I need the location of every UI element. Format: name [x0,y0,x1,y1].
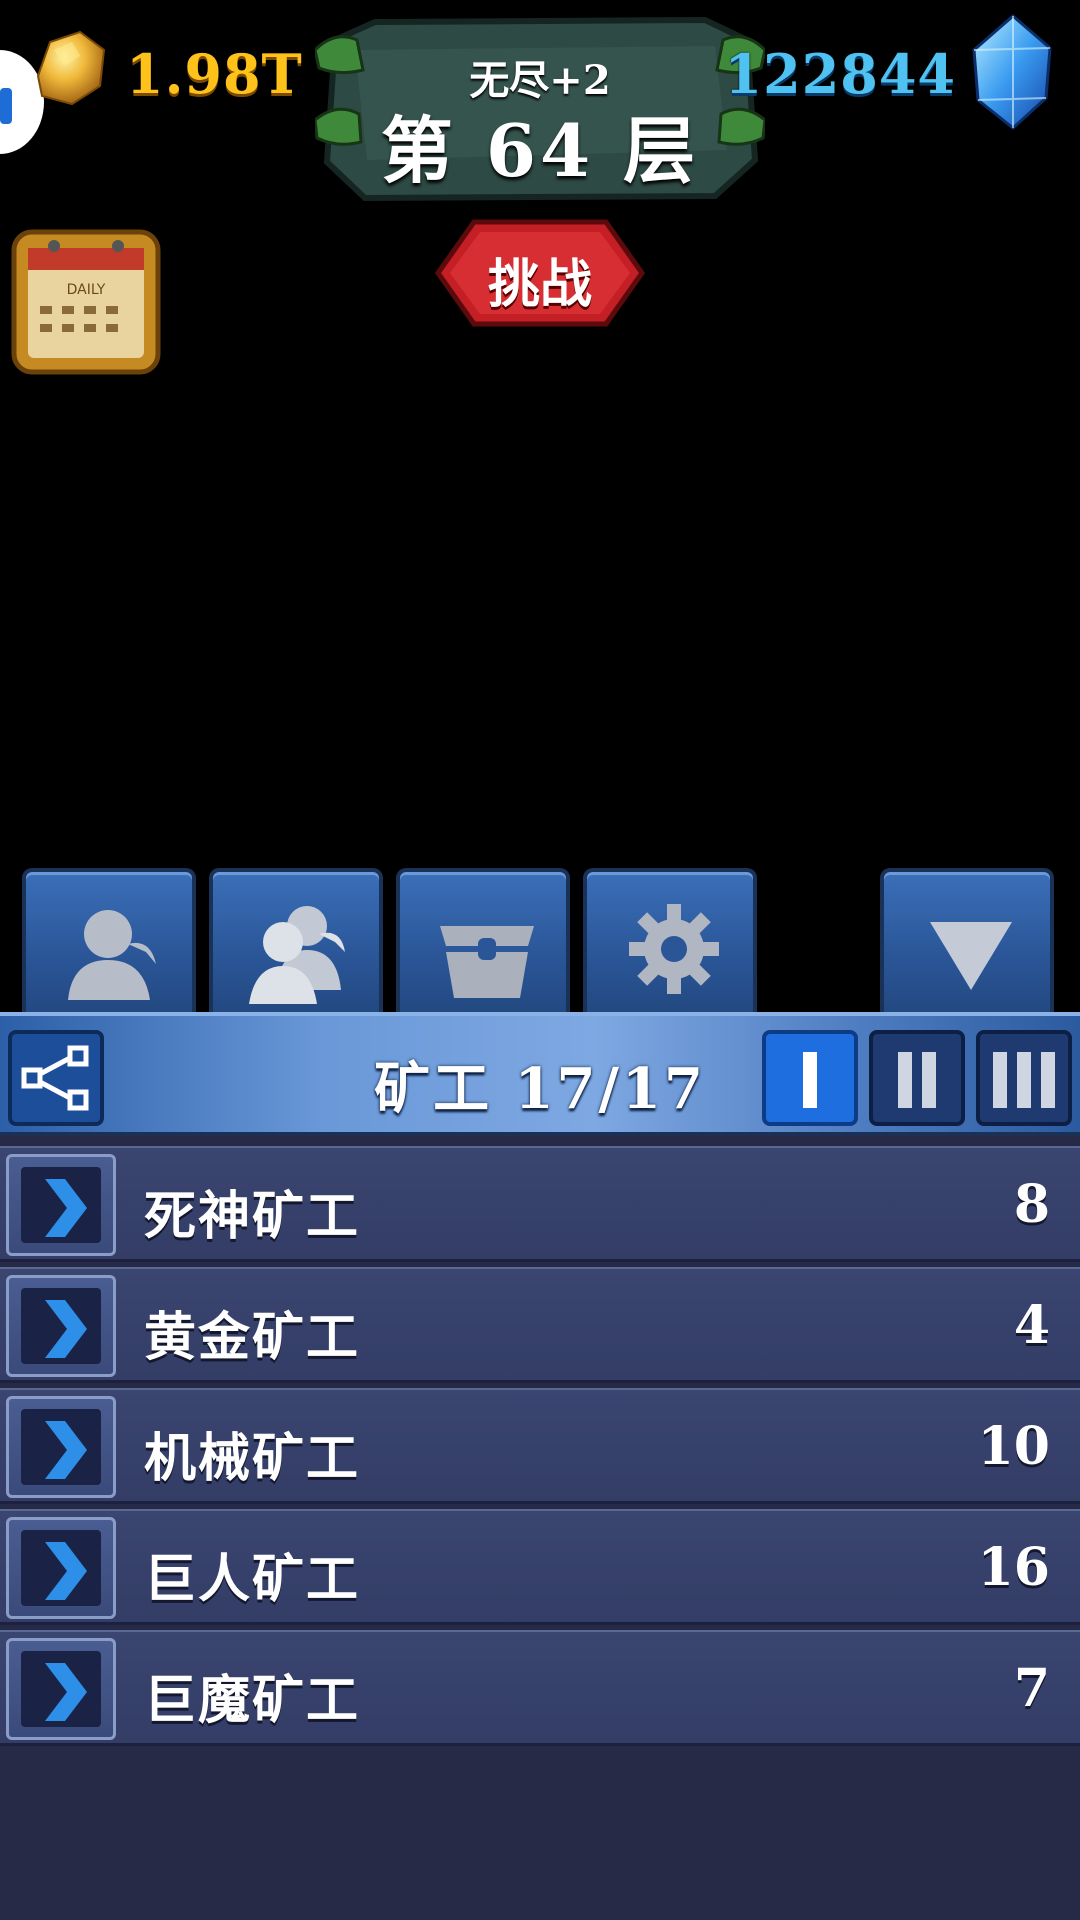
miner-count: 16 [977,1537,1050,1598]
list-item[interactable]: 机械矿工 10 [0,1388,1080,1504]
blue-gem-icon [972,14,1052,130]
expand-button[interactable] [6,1154,116,1256]
list-item[interactable]: 巨人矿工 16 [0,1509,1080,1625]
tab-miner[interactable] [22,868,196,1016]
chest-icon [440,926,534,998]
miner-panel: 矿工 17/17 死神矿工 8 黄金矿工 4 机械矿工 10 巨人矿工 16 巨… [0,1012,1080,1920]
game-screen: 1.98T 无尽+2 第 64 层 122844 DAILY 挑战 矿工 17/… [0,0,1080,1920]
level-1-button[interactable] [762,1030,858,1126]
chevron-right-icon [45,1421,87,1479]
chevron-right-icon [45,1663,87,1721]
chevron-right-icon [45,1300,87,1358]
chevron-right-icon [45,1179,87,1237]
tab-chest[interactable] [396,868,570,1016]
challenge-label: 挑战 [487,254,592,315]
miner-name: 机械矿工 [144,1428,361,1489]
list-item[interactable]: 死神矿工 8 [0,1146,1080,1262]
tab-miners-group[interactable] [209,868,383,1016]
collapse-panel-button[interactable] [880,868,1054,1016]
miner-name: 巨魔矿工 [144,1670,361,1731]
expand-button[interactable] [6,1275,116,1377]
miner-count: 8 [1013,1174,1050,1235]
daily-calendar-button[interactable]: DAILY [10,226,162,376]
gold-amount: 1.98T [126,42,303,106]
miner-count: 10 [977,1416,1050,1477]
chevron-right-icon [45,1542,87,1600]
daily-label: DAILY [67,282,106,298]
miner-name: 黄金矿工 [144,1307,361,1368]
panel-header: 矿工 17/17 [0,1012,1080,1136]
gem-amount: 122844 [724,42,956,106]
gold-nugget-icon [36,30,106,106]
gear-icon [629,904,719,994]
miner-count: 4 [1013,1295,1050,1356]
level-3-button[interactable] [976,1030,1072,1126]
miner-icon [68,910,156,1000]
avatar-indicator [0,88,12,124]
expand-button[interactable] [6,1396,116,1498]
expand-button[interactable] [6,1517,116,1619]
floor-title: 第 64 层 [380,108,700,193]
collapse-arrow-icon [930,922,1012,990]
list-item[interactable]: 巨魔矿工 7 [0,1630,1080,1746]
tab-settings[interactable] [583,868,757,1016]
miner-count: 7 [1013,1658,1050,1719]
miners-group-icon [249,906,345,1004]
miner-name: 死神矿工 [144,1186,361,1247]
expand-button[interactable] [6,1638,116,1740]
floor-sign: 无尽+2 第 64 层 [315,10,765,206]
list-item[interactable]: 黄金矿工 4 [0,1267,1080,1383]
level-2-button[interactable] [869,1030,965,1126]
challenge-button[interactable]: 挑战 [434,218,646,328]
miner-name: 巨人矿工 [144,1549,361,1610]
